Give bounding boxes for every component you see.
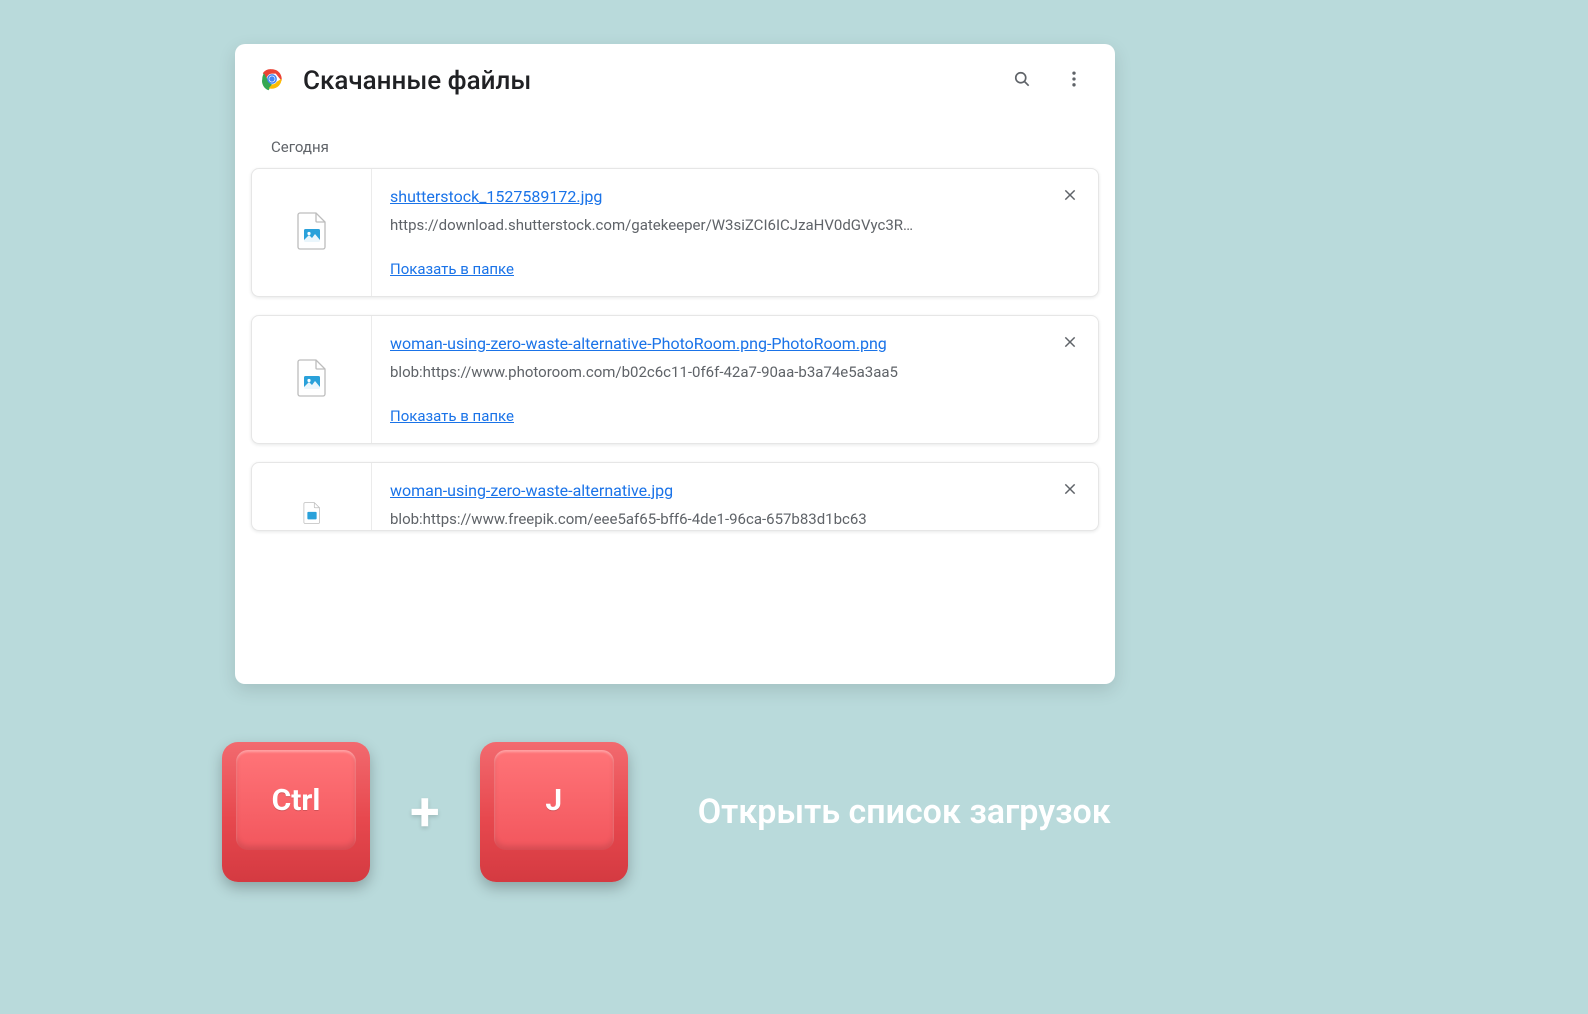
search-button[interactable] [1005, 64, 1039, 98]
image-file-icon [297, 502, 327, 528]
close-icon [1062, 481, 1078, 501]
download-file-icon-area [252, 169, 372, 296]
download-body: woman-using-zero-waste-alternative-Photo… [372, 316, 1098, 443]
keycap-j: J [480, 742, 628, 882]
show-in-folder-link[interactable]: Показать в папке [390, 407, 514, 425]
downloads-panel: Скачанные файлы Сегодня [235, 44, 1115, 684]
download-filename-link[interactable]: shutterstock_1527589172.jpg [390, 187, 602, 206]
keyboard-shortcut-hint: Ctrl + J Открыть список загрузок [222, 742, 1111, 882]
download-list: shutterstock_1527589172.jpg https://down… [235, 168, 1115, 531]
download-source-url: blob:https://www.freepik.com/eee5af65-bf… [390, 510, 1030, 528]
chrome-logo-icon [259, 66, 285, 96]
keycap-label: J [494, 750, 614, 850]
downloads-header: Скачанные файлы [235, 44, 1115, 112]
remove-download-button[interactable] [1056, 183, 1084, 211]
download-body: woman-using-zero-waste-alternative.jpg b… [372, 463, 1098, 530]
close-icon [1062, 334, 1078, 354]
download-filename-link[interactable]: woman-using-zero-waste-alternative-Photo… [390, 334, 887, 353]
remove-download-button[interactable] [1056, 330, 1084, 358]
close-icon [1062, 187, 1078, 207]
show-in-folder-link[interactable]: Показать в папке [390, 260, 514, 278]
download-file-icon-area [252, 316, 372, 443]
search-icon [1012, 69, 1032, 93]
date-section-label: Сегодня [271, 138, 1115, 156]
more-options-button[interactable] [1057, 64, 1091, 98]
download-file-icon-area [252, 463, 372, 530]
download-source-url: blob:https://www.photoroom.com/b02c6c11-… [390, 363, 1030, 381]
image-file-icon [297, 212, 327, 254]
shortcut-description: Открыть список загрузок [698, 792, 1111, 832]
plus-separator: + [410, 781, 440, 844]
more-vertical-icon [1064, 69, 1084, 93]
remove-download-button[interactable] [1056, 477, 1084, 505]
page-title: Скачанные файлы [303, 66, 987, 96]
image-file-icon [297, 359, 327, 401]
download-filename-link[interactable]: woman-using-zero-waste-alternative.jpg [390, 481, 673, 500]
download-body: shutterstock_1527589172.jpg https://down… [372, 169, 1098, 296]
download-item: woman-using-zero-waste-alternative.jpg b… [251, 462, 1099, 531]
download-item: shutterstock_1527589172.jpg https://down… [251, 168, 1099, 297]
keycap-label: Ctrl [236, 750, 356, 850]
keycap-ctrl: Ctrl [222, 742, 370, 882]
download-source-url: https://download.shutterstock.com/gateke… [390, 216, 1030, 234]
download-item: woman-using-zero-waste-alternative-Photo… [251, 315, 1099, 444]
